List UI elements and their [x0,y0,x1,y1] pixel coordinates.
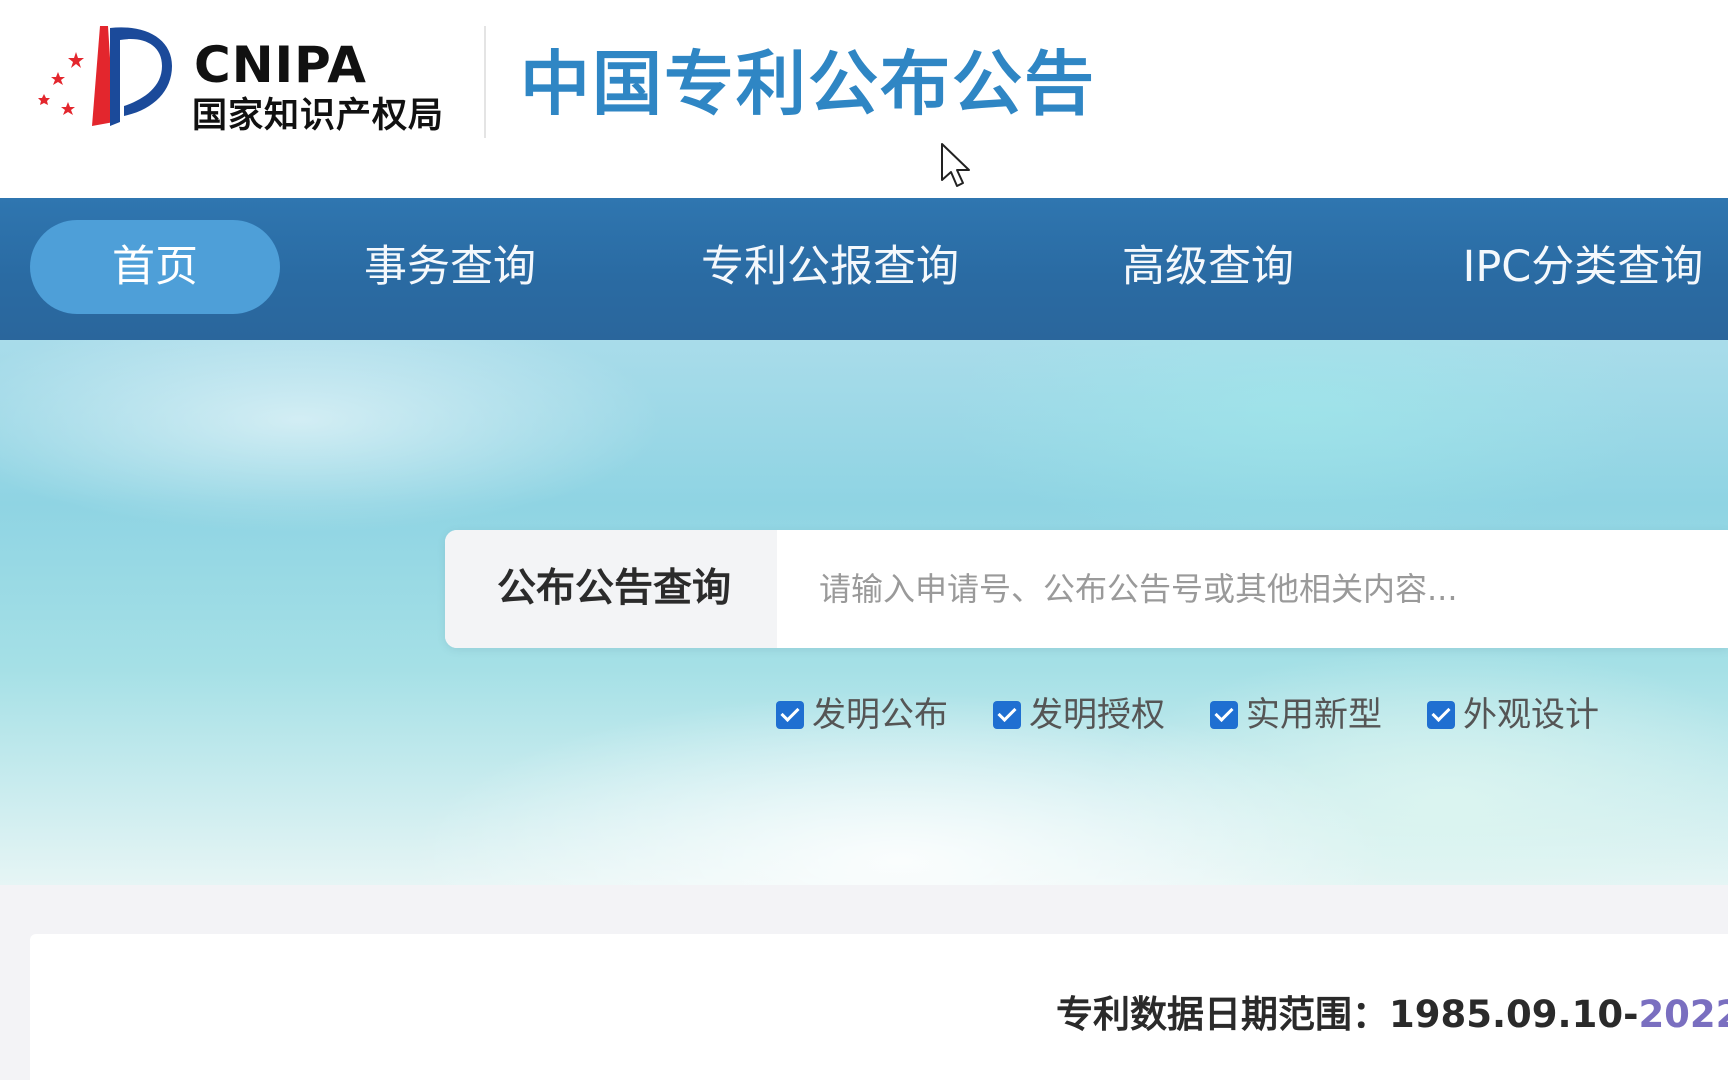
nav-item-ipc-query[interactable]: IPC分类查询 [1448,220,1718,314]
filter-label: 实用新型 [1246,695,1382,735]
date-range-end: 2022.11 [1638,993,1728,1036]
nav-item-advanced-query[interactable]: 高级查询 [1108,220,1308,314]
checkbox-checked-icon[interactable] [1210,700,1238,729]
filter-label: 外观设计 [1463,695,1599,735]
nav-item-gazette-query[interactable]: 专利公报查询 [690,220,970,314]
site-title: 中国专利公布公告 [520,43,1096,125]
search-box: 公布公告查询 [445,530,1728,648]
checkbox-checked-icon[interactable] [993,700,1021,729]
cnipa-logo[interactable]: CNIPA 国家知识产权局 [38,22,458,144]
nav-item-home[interactable]: 首页 [30,220,280,314]
logo-chinese-text: 国家知识产权局 [192,95,445,136]
checkbox-checked-icon[interactable] [776,700,804,729]
search-input[interactable] [777,530,1728,648]
checkbox-checked-icon[interactable] [1427,700,1455,729]
date-range-start: 1985.09.10- [1389,993,1639,1036]
hero-banner: 公布公告查询 发明公布 发明授权 实用新型 外观设计 [0,340,1728,885]
filter-invention-publication[interactable]: 发明公布 [776,690,948,740]
main-navigation: 首页 事务查询 专利公报查询 高级查询 IPC分类查询 [0,198,1728,340]
mouse-cursor-icon [941,143,970,187]
date-range-label: 专利数据日期范围： [1056,993,1389,1036]
data-date-range: 专利数据日期范围：1985.09.10-2022.11 [1056,984,1728,1038]
info-panel: 专利数据日期范围：1985.09.10-2022.11 [30,934,1728,1080]
filter-utility-model[interactable]: 实用新型 [1210,690,1382,740]
filter-invention-grant[interactable]: 发明授权 [993,690,1165,740]
header-divider [484,26,486,138]
nav-item-transaction-query[interactable]: 事务查询 [345,220,555,314]
filter-label: 发明授权 [1029,695,1165,735]
logo-english-text: CNIPA [194,36,367,94]
site-header: CNIPA 国家知识产权局 中国专利公布公告 [0,0,1728,198]
cnipa-logo-icon [38,26,172,126]
filter-label: 发明公布 [812,695,948,735]
filter-design[interactable]: 外观设计 [1427,690,1599,740]
search-category-label[interactable]: 公布公告查询 [445,530,777,648]
